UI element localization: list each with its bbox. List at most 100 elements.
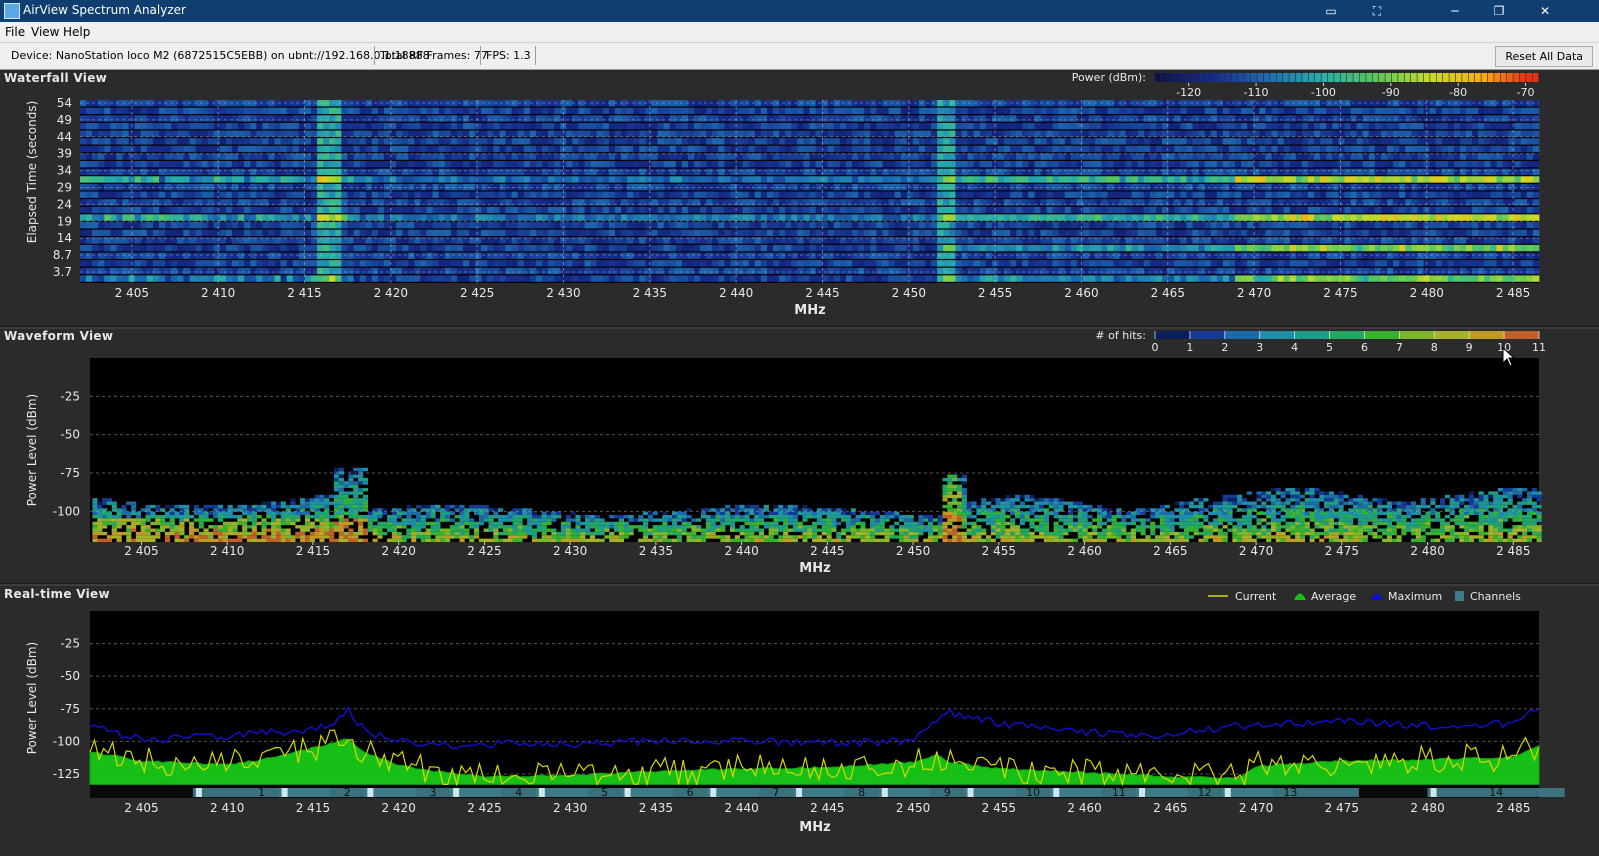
waterfall-cell [1004,244,1011,252]
waterfall-cell [833,252,841,259]
waterfall-cell [797,222,804,229]
snap-icon[interactable]: ▭ [1316,0,1346,22]
waterfall-cell [839,138,847,145]
waterfall-cell [1484,222,1491,229]
waterfall-cell [614,161,622,168]
waterfall-cell [1514,222,1522,229]
waterfall-cell [414,130,421,137]
waterfall-cell [225,244,233,252]
waterfall-cell [1174,122,1181,130]
waterfall-cell [493,138,500,145]
waterfall-cell [244,176,251,183]
waterfall-cell [773,191,780,198]
waterfall-cell [1168,122,1175,130]
waterfall-cell [1095,176,1102,183]
waterfall-cell [1301,145,1309,153]
waterfall-cell [876,153,883,160]
waterfall-cell [931,191,938,198]
waterfall-cell [462,153,470,160]
waterfall-cell [213,244,221,252]
waterfall-cell [262,161,269,168]
waterfall-cell [481,252,488,259]
waterfall-cell [304,161,312,168]
waterfall-cell [760,115,768,122]
waterfall-cell [98,222,105,229]
waterfall-cell [244,252,251,259]
waterfall-cell [1089,214,1096,221]
waterfall-cell [1289,145,1297,153]
waterfall-cell [274,161,282,168]
waterfall-cell [639,244,646,252]
waterfall-cell [146,115,154,122]
waterfall-cell [1095,122,1102,130]
waterfall-cell [961,145,968,153]
waterfall-cell [870,138,877,145]
waterfall-cell [1435,244,1443,252]
waterfall-cell [152,153,160,160]
close-button[interactable]: ✕ [1530,0,1560,22]
waterfall-cell [1222,138,1230,145]
waterfall-cell [1052,168,1060,176]
waterfall-cell [1307,122,1315,130]
waterfall-cell [535,161,543,168]
waterfall-cell [1004,191,1011,198]
waterfall-cell [1040,122,1047,130]
waterfall-cell [979,176,987,183]
waterfall-cell [1532,115,1540,122]
waterfall-cell [663,107,671,115]
screenshot-icon[interactable]: ⛶ [1362,0,1392,22]
menu-help[interactable]: Help [63,25,90,39]
waterfall-cell [487,244,494,252]
waterfall-cell [134,176,142,183]
waterfall-cell [1441,153,1449,160]
waterfall-cell [1478,191,1485,198]
menu-view[interactable]: View [31,25,59,39]
waterfall-cell [1241,138,1248,145]
waterfall-cell [1070,214,1078,221]
waterfall-cell [1368,214,1376,221]
waterfall-cell [219,191,227,198]
waterfall-cell [231,214,239,221]
waterfall-cell [1338,115,1345,122]
waterfall-cell [1405,138,1412,145]
waterfall-cell [353,252,361,259]
waterfall-cell [882,122,889,130]
waterfall-cell [888,130,896,137]
waterfall-cell [773,122,780,130]
waterfall-cell [1338,107,1345,115]
waterfall-cell [262,107,269,115]
waterfall-cell [420,122,427,130]
waterfall-cell [1466,176,1473,183]
waterfall-cell [979,222,987,229]
waterfall-cell [396,138,403,145]
reset-all-data-button[interactable]: Reset All Data [1495,46,1593,67]
waterfall-cell [1508,130,1516,137]
waterfall-cell [213,145,221,153]
waterfall-cell [219,161,227,168]
waterfall-cell [627,206,634,214]
waterfall-cell [529,229,537,237]
waterfall-cell [1344,107,1351,115]
waterfall-cell [614,191,622,198]
waterfall-cell [852,115,859,122]
waterfall-cell [1107,214,1114,221]
waterfall-cell [760,161,768,168]
waterfall-cell [967,107,975,115]
waterfall-cell [1235,168,1242,176]
minimize-button[interactable]: ─ [1440,0,1470,22]
waterfall-cell [1040,107,1047,115]
waterfall-cell [1198,107,1206,115]
waterfall-cell [140,107,148,115]
maximize-button[interactable]: ❐ [1484,0,1514,22]
waterfall-cell [1216,191,1224,198]
waterfall-cell [1447,145,1455,153]
waterfall-cell [432,191,440,198]
menu-file[interactable]: File [5,25,25,39]
waterfall-cell [1417,206,1424,214]
waterfall-cell [839,229,847,237]
waterfall-cell [1198,138,1206,145]
waterfall-cell [602,115,610,122]
waterfall-cell [1016,107,1023,115]
waterfall-cell [487,122,494,130]
waterfall-cell [973,145,981,153]
